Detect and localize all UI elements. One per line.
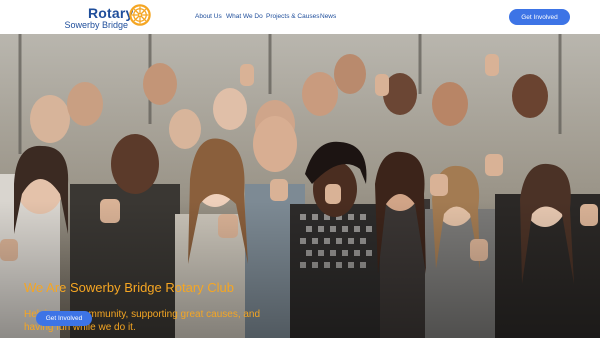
nav-news[interactable]: News	[320, 13, 336, 20]
nav-what-we-do[interactable]: What We Do	[226, 13, 263, 20]
rotary-wheel-icon	[129, 4, 151, 26]
nav-about-us[interactable]: About Us	[195, 13, 222, 20]
hero-get-involved-button[interactable]: Get Involved	[36, 311, 92, 326]
hero-section: We Are Sowerby Bridge Rotary Club Helpin…	[0, 34, 600, 338]
rotary-logo[interactable]: Rotary Sowerby Bridge	[60, 2, 152, 32]
header-get-involved-button[interactable]: Get Involved	[509, 9, 570, 25]
nav-projects-causes[interactable]: Projects & Causes	[266, 13, 319, 20]
site-header: Rotary Sowerby Bridge About Us What We D…	[0, 0, 600, 34]
logo-wordmark: Rotary	[88, 5, 134, 21]
logo-subtitle: Sowerby Bridge	[64, 20, 128, 30]
hero-title: We Are Sowerby Bridge Rotary Club	[24, 280, 235, 295]
